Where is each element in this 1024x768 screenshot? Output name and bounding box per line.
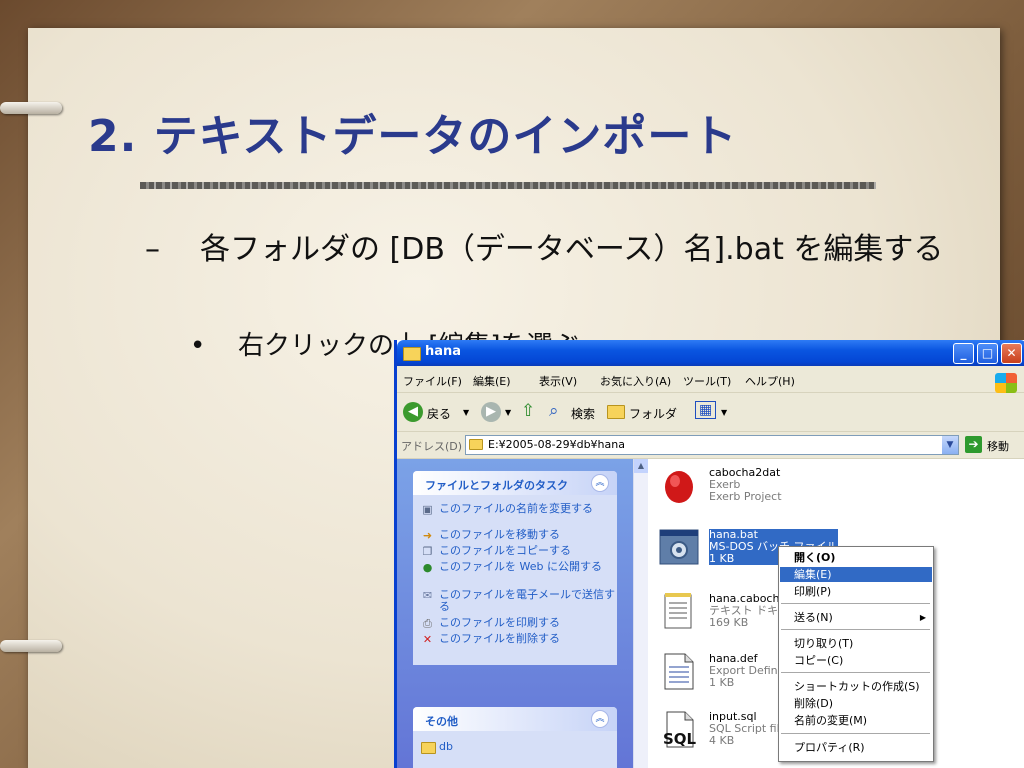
address-label: アドレス(D) [401,440,463,453]
move-icon: ➜ [422,529,433,542]
other-places-header[interactable]: その他 ︽ [413,707,617,731]
views-dropdown-icon[interactable]: ▼ [721,408,727,417]
task-email[interactable]: ✉ このファイルを電子メールで送信する [413,589,617,617]
menu-bar: ファイル(F) 編集(E) 表示(V) お気に入り(A) ツール(T) ヘルプ(… [397,366,1024,393]
folders-icon[interactable] [607,405,625,419]
search-button[interactable]: 検索 [571,405,595,422]
ctx-separator [781,629,930,630]
up-folder-icon[interactable]: ⇧ [521,401,535,421]
go-button[interactable]: 移動 [987,438,1009,454]
file-folder-tasks: ファイルとフォルダのタスク ︽ ▣ このファイルの名前を変更する ➜ このファイルを… [413,471,617,665]
vertical-scrollbar[interactable]: ▲ [633,459,648,768]
rename-icon: ▣ [422,503,433,516]
task-move[interactable]: ➜ このファイルを移動する [413,529,617,545]
minimize-button[interactable]: _ [953,343,974,364]
menu-edit[interactable]: 編集(E) [473,373,511,389]
menu-favorites[interactable]: お気に入り(A) [600,373,671,389]
folder-icon [421,742,436,754]
ctx-separator [781,603,930,604]
scroll-up-arrow-icon[interactable]: ▲ [634,459,648,473]
context-menu: 開く(O) 編集(E) 印刷(P) 送る(N) ▶ 切り取り(T) コピー(C) … [778,546,934,762]
address-value: E:¥2005-08-29¥db¥hana [488,438,625,451]
collapse-chevron-icon[interactable]: ︽ [591,710,609,728]
file-tasks-title: ファイルとフォルダのタスク [425,479,568,492]
title-underline [140,182,876,189]
menu-help[interactable]: ヘルプ(H) [745,373,795,389]
address-bar: アドレス(D) E:¥2005-08-29¥db¥hana ▼ ➔ 移動 [397,432,1024,459]
file-detail: Exerb Project [709,490,782,503]
text-document-icon [664,593,692,629]
ctx-cut[interactable]: 切り取り(T) [780,636,932,651]
ctx-separator [781,672,930,673]
forward-arrow-icon[interactable]: ▶ [481,402,501,422]
ctx-delete[interactable]: 削除(D) [780,696,932,711]
forward-dropdown-icon[interactable]: ▼ [505,408,511,417]
ruby-gem-icon [665,471,693,503]
delete-x-icon: ✕ [422,633,433,646]
task-pane: ファイルとフォルダのタスク ︽ ▣ このファイルの名前を変更する ➜ このファイルを… [397,459,633,768]
back-arrow-icon[interactable]: ◀ [403,402,423,422]
ctx-create-shortcut[interactable]: ショートカットの作成(S) [780,679,932,694]
file-detail: 4 KB [709,734,735,747]
file-detail: 1 KB [709,676,735,689]
menu-tools[interactable]: ツール(T) [683,373,731,389]
window-title: hana [425,344,462,359]
standard-toolbar: ◀ 戻る ▼ ▶ ▼ ⇧ ⌕ 検索 フォルダ ▦ ▼ [397,393,1024,432]
back-dropdown-icon[interactable]: ▼ [463,408,469,417]
pushpin-top [0,102,62,114]
back-button[interactable]: 戻る [427,405,451,422]
window-titlebar[interactable]: hana _ □ ✕ [397,340,1024,366]
views-icon[interactable]: ▦ [695,401,717,419]
ctx-open[interactable]: 開く(O) [780,550,932,565]
close-button[interactable]: ✕ [1001,343,1022,364]
task-print[interactable]: ⎙ このファイルを印刷する [413,617,617,633]
address-folder-icon [469,439,483,450]
task-publish-web[interactable]: ● このファイルを Web に公開する [413,561,617,589]
file-tasks-header[interactable]: ファイルとフォルダのタスク ︽ [413,471,617,495]
folders-button[interactable]: フォルダ [629,405,677,422]
windows-logo-icon [995,373,1017,393]
globe-icon: ● [422,561,433,574]
ctx-properties[interactable]: プロパティ(R) [780,740,932,755]
address-dropdown-icon[interactable]: ▼ [942,436,958,454]
collapse-chevron-icon[interactable]: ︽ [591,474,609,492]
copy-icon: ❐ [422,545,433,558]
ctx-copy[interactable]: コピー(C) [780,653,932,668]
folder-icon [403,347,421,361]
task-rename[interactable]: ▣ このファイルの名前を変更する [413,503,617,529]
ctx-separator [781,733,930,734]
batch-gear-icon [659,529,699,565]
ctx-rename[interactable]: 名前の変更(M) [780,713,932,728]
file-item-cabocha2dat[interactable]: cabocha2dat Exerb Exerb Project [659,463,839,513]
other-places: その他 ︽ db [413,707,617,768]
task-delete[interactable]: ✕ このファイルを削除する [413,633,617,649]
printer-icon: ⎙ [423,617,432,630]
submenu-arrow-icon: ▶ [919,613,926,622]
task-copy[interactable]: ❐ このファイルをコピーする [413,545,617,561]
file-detail: 1 KB [709,552,735,565]
menu-view[interactable]: 表示(V) [539,373,577,389]
go-arrow-icon[interactable]: ➔ [965,436,982,453]
other-item-db[interactable]: db [413,741,617,757]
sql-file-icon: SQL [663,711,697,748]
file-detail: 169 KB [709,616,749,629]
slide-title: 2. テキストデータのインポート [88,111,738,162]
email-icon: ✉ [422,589,433,602]
ctx-edit[interactable]: 編集(E) [780,567,932,582]
other-places-title: その他 [425,715,458,728]
bullet-dot: • [190,331,206,361]
search-icon[interactable]: ⌕ [549,401,559,421]
ctx-send-to[interactable]: 送る(N) ▶ [780,610,932,625]
maximize-button[interactable]: □ [977,343,998,364]
pushpin-bottom [0,640,62,652]
bullet-level1-text: 各フォルダの [DB（データベース）名].bat を編集する [200,232,944,267]
document-icon [664,653,694,690]
svg-text:SQL: SQL [663,730,697,748]
menu-file[interactable]: ファイル(F) [403,373,462,389]
bullet-dash: – [145,232,160,267]
address-input[interactable]: E:¥2005-08-29¥db¥hana ▼ [465,435,959,455]
ctx-print[interactable]: 印刷(P) [780,584,932,599]
